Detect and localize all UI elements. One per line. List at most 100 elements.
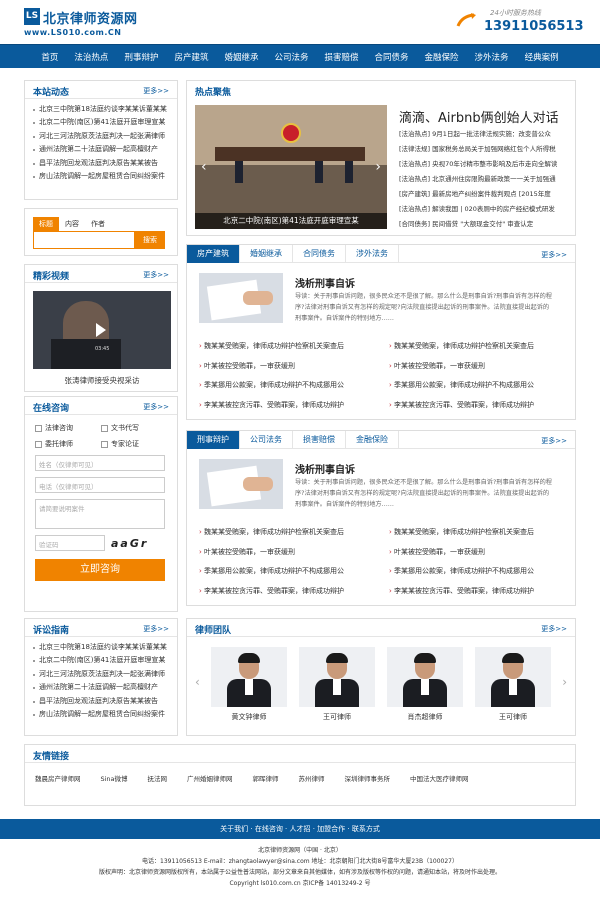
lawyer-card[interactable]: 王可律师	[299, 647, 375, 722]
slide-caption[interactable]: 北京二中院(南区)第41法庭开庭审理宣某	[195, 213, 387, 229]
search-tab-title[interactable]: 标题	[33, 217, 59, 231]
tab-real-estate[interactable]: 房产建筑	[187, 245, 240, 263]
case-description-field[interactable]: 请简要说明案件	[35, 499, 165, 529]
search-tab-content[interactable]: 内容	[59, 217, 85, 231]
list-item[interactable]: 叶某被控受贿罪，一审获缓刑	[199, 543, 375, 563]
checkbox-icon[interactable]	[101, 424, 108, 432]
friend-link[interactable]: 抚法网	[148, 773, 168, 783]
slider-next-icon[interactable]: ›	[375, 159, 381, 175]
more-link[interactable]: 更多>>	[143, 402, 169, 412]
feature-title[interactable]: 浅析刑事自诉	[295, 461, 355, 476]
option-expert[interactable]: 专家论证	[101, 439, 167, 449]
list-item[interactable]: 季某挪用公款案，律师成功辩护不构成挪用公	[199, 562, 375, 582]
list-item[interactable]: [合同债务] 民间借贷 "大额现金交付" 审查认定	[399, 217, 575, 232]
list-item[interactable]: 北京三中院第18法庭约谈李某某诉董某某	[33, 103, 169, 116]
list-item[interactable]: 魏某某受贿案，律师成功辩护检察机关案查后	[199, 523, 375, 543]
list-item[interactable]: [法律法规] 国家税务总局关于加强网络红包个人所得税	[399, 142, 575, 157]
friend-link[interactable]: 广州婚姻律师网	[187, 773, 233, 783]
play-icon[interactable]	[96, 323, 106, 337]
list-item[interactable]: 房山法院调解一起房屋租赁合同纠纷案件	[33, 170, 169, 183]
lawyer-card[interactable]: 黄文钟律师	[211, 647, 287, 722]
image-slider[interactable]: ‹ › 北京二中院(南区)第41法庭开庭审理宣某	[195, 105, 387, 229]
nav-real-estate[interactable]: 房产建筑	[166, 51, 216, 63]
list-item[interactable]: 叶某被控受贿罪，一审获缓刑	[389, 357, 565, 377]
phone-field[interactable]: 电话（仅律师可见）	[35, 477, 165, 493]
nav-contracts[interactable]: 合同债务	[367, 51, 417, 63]
nav-corporate[interactable]: 公司法务	[266, 51, 316, 63]
lawyer-name[interactable]: 王可律师	[299, 712, 375, 722]
option-legal-consult[interactable]: 法律咨询	[35, 423, 101, 433]
more-link[interactable]: 更多>>	[541, 436, 567, 446]
list-item[interactable]: 通州法院第二十法庭调解一起高檀财产	[33, 143, 169, 156]
list-item[interactable]: [法治热点] 解读我国 | 020表厕中的房产经纪模式研发	[399, 202, 575, 217]
nav-damages[interactable]: 损害赔偿	[317, 51, 367, 63]
feature-image[interactable]	[199, 459, 283, 509]
captcha-image[interactable]: aaGr	[111, 537, 148, 550]
list-item[interactable]: 魏某某受贿案，律师成功辩护检察机关案查后	[199, 337, 375, 357]
search-button[interactable]: 搜索	[135, 231, 165, 249]
option-hire-lawyer[interactable]: 委托律师	[35, 439, 101, 449]
list-item[interactable]: 昌平法院回龙观法庭判决原告某某被告	[33, 695, 169, 708]
list-item[interactable]: 北京二中院(南区)第41法庭开庭审理宣某	[33, 654, 169, 667]
lawyer-photo[interactable]	[475, 647, 551, 707]
list-item[interactable]: 北京二中院(南区)第41法庭开庭审理宣某	[33, 116, 169, 129]
list-item[interactable]: [法治热点] 9月1日起一批法律法规实施：改变普公众	[399, 127, 575, 142]
list-item[interactable]: 河北三河法院原茨法庭判决一起张满律师	[33, 668, 169, 681]
list-item[interactable]: 季某挪用公款案，律师成功辩护不构成挪用公	[389, 376, 565, 396]
video-player[interactable]: 03:45	[33, 291, 171, 369]
lawyer-photo[interactable]	[211, 647, 287, 707]
lawyer-card[interactable]: 肖杰超律师	[387, 647, 463, 722]
list-item[interactable]: [房产建筑] 最新房地产纠纷案件裁判观点 [2015年度	[399, 187, 575, 202]
team-next-icon[interactable]: ›	[562, 675, 567, 689]
tab-criminal-defense[interactable]: 刑事辩护	[187, 431, 240, 449]
list-item[interactable]: 叶某被控受贿罪，一审获缓刑	[199, 357, 375, 377]
list-item[interactable]: [法治热点] 央视70年讨精市整市影响及后市走向全解读	[399, 157, 575, 172]
option-document[interactable]: 文书代写	[101, 423, 167, 433]
team-prev-icon[interactable]: ‹	[195, 675, 200, 689]
feature-title[interactable]: 浅析刑事自诉	[295, 275, 355, 290]
friend-link[interactable]: 中国法大医疗律师网	[410, 773, 469, 783]
list-item[interactable]: 北京三中院第18法庭约谈李某某诉董某某	[33, 641, 169, 654]
tab-corporate[interactable]: 公司法务	[240, 431, 293, 449]
list-item[interactable]: 魏某某受贿案，律师成功辩护检察机关案查后	[389, 523, 565, 543]
more-link[interactable]: 更多>>	[143, 624, 169, 634]
list-item[interactable]: 李某某被控贪污罪、受贿罪案，律师成功辩护	[389, 582, 565, 602]
video-caption[interactable]: 张涛律师接受央视采访	[25, 375, 179, 386]
checkbox-icon[interactable]	[101, 440, 108, 448]
nav-cases[interactable]: 经典案例	[517, 51, 567, 63]
site-logo[interactable]: LS 北京律师资源网 www.LS010.com.CN	[24, 8, 164, 40]
tab-finance[interactable]: 金融保险	[346, 431, 399, 449]
list-item[interactable]: 房山法院调解一起房屋租赁合同纠纷案件	[33, 708, 169, 721]
lawyer-name[interactable]: 黄文钟律师	[211, 712, 287, 722]
friend-link[interactable]: Sina微博	[101, 773, 128, 783]
search-tab-author[interactable]: 作者	[85, 217, 111, 231]
friend-link[interactable]: 魏晨房产律师网	[35, 773, 81, 783]
nav-hot-topics[interactable]: 法治热点	[66, 51, 116, 63]
list-item[interactable]: 季某挪用公款案，律师成功辩护不构成挪用公	[389, 562, 565, 582]
list-item[interactable]: 叶某被控受贿罪，一审获缓刑	[389, 543, 565, 563]
search-input[interactable]	[33, 231, 135, 249]
lawyer-photo[interactable]	[387, 647, 463, 707]
lawyer-name[interactable]: 肖杰超律师	[387, 712, 463, 722]
list-item[interactable]: 李某某被控贪污罪、受贿罪案，律师成功辩护	[199, 582, 375, 602]
nav-finance[interactable]: 金融保险	[417, 51, 467, 63]
tab-foreign[interactable]: 涉外法务	[346, 245, 399, 263]
captcha-input[interactable]: 验证码	[35, 535, 105, 551]
nav-home[interactable]: 首页	[33, 51, 66, 63]
friend-link[interactable]: 郭晖律师	[253, 773, 279, 783]
more-link[interactable]: 更多>>	[541, 624, 567, 634]
headline[interactable]: 滴滴、Airbnb俩创始人对话	[399, 107, 559, 126]
tab-damages[interactable]: 损害赔偿	[293, 431, 346, 449]
list-item[interactable]: 季某挪用公款案，律师成功辩护不构成挪用公	[199, 376, 375, 396]
more-link[interactable]: 更多>>	[143, 86, 169, 96]
more-link[interactable]: 更多>>	[143, 270, 169, 280]
lawyer-card[interactable]: 王可律师	[475, 647, 551, 722]
list-item[interactable]: 河北三河法院原茨法庭判决一起张满律师	[33, 130, 169, 143]
friend-link[interactable]: 苏州律师	[299, 773, 325, 783]
slider-prev-icon[interactable]: ‹	[201, 159, 207, 175]
list-item[interactable]: [法治热点] 北京通州住房限购最新政策一一关于加强通	[399, 172, 575, 187]
list-item[interactable]: 李某某被控贪污罪、受贿罪案，律师成功辩护	[389, 396, 565, 416]
friend-link[interactable]: 深圳律师事务所	[345, 773, 391, 783]
list-item[interactable]: 魏某某受贿案，律师成功辩护检察机关案查后	[389, 337, 565, 357]
lawyer-name[interactable]: 王可律师	[475, 712, 551, 722]
